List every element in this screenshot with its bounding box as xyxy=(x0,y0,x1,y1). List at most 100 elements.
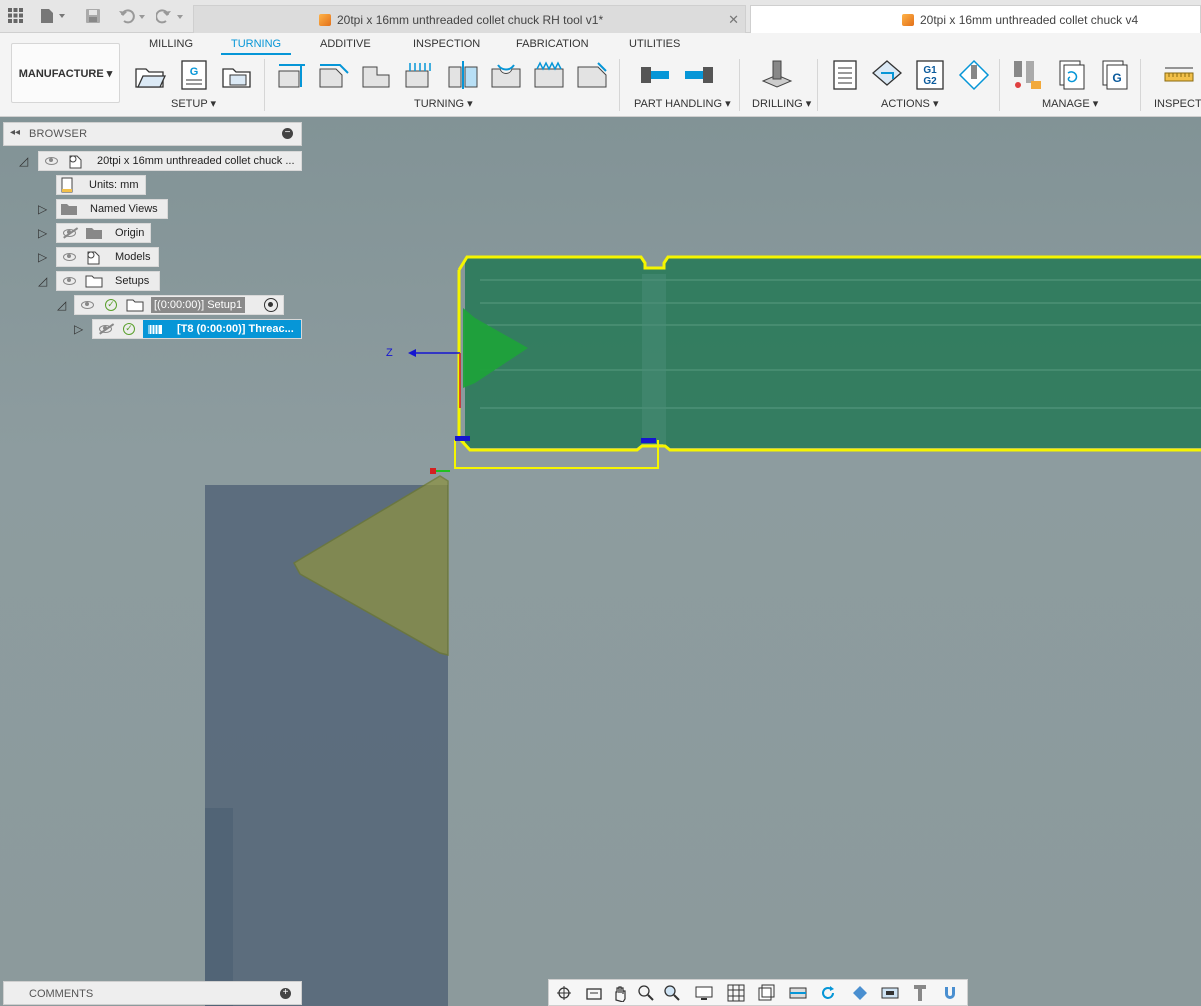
zoom-window-icon[interactable] xyxy=(663,984,681,1002)
undo-icon[interactable] xyxy=(118,8,148,27)
zoom-icon[interactable] xyxy=(637,984,655,1002)
g-code-setup-icon[interactable]: G xyxy=(178,59,210,91)
tree-named-views[interactable]: Named Views xyxy=(56,199,168,219)
tab-milling[interactable]: MILLING xyxy=(149,38,193,50)
close-tab-icon[interactable]: ✕ xyxy=(728,6,739,34)
pan-hand-icon[interactable] xyxy=(611,984,629,1002)
setup-sheet-icon[interactable] xyxy=(221,59,253,91)
orbit-icon[interactable] xyxy=(555,984,573,1002)
units-doc-icon xyxy=(60,177,74,194)
turning-part-icon[interactable] xyxy=(447,59,479,91)
grid-icon[interactable] xyxy=(727,984,745,1002)
expand-setups-icon[interactable]: ◿ xyxy=(38,274,47,288)
tree-operation-thread[interactable]: ✓ [T8 (0:00:00)] Threac... xyxy=(92,319,302,339)
tree-models[interactable]: Models xyxy=(56,247,159,267)
browser-panel-header[interactable]: ◂◂ BROWSER − xyxy=(3,122,302,146)
drill-icon[interactable] xyxy=(761,59,793,91)
setup-group-label[interactable]: SETUP ▾ xyxy=(171,97,216,110)
part-transfer-icon[interactable] xyxy=(639,59,671,91)
simulate-with-machine-icon[interactable] xyxy=(958,59,990,91)
collapse-browser-icon[interactable]: − xyxy=(282,128,293,139)
turning-group-label[interactable]: TURNING ▾ xyxy=(414,97,473,110)
apps-grid-icon[interactable] xyxy=(8,8,23,26)
setup-folder-icon xyxy=(85,273,103,290)
turning-groove-icon[interactable] xyxy=(361,59,393,91)
add-comment-icon[interactable]: + xyxy=(280,988,291,999)
turning-roughing-icon[interactable] xyxy=(404,59,436,91)
expand-setup1-icon[interactable]: ◿ xyxy=(57,298,66,312)
activate-setup-icon[interactable] xyxy=(264,298,278,312)
z-axis-arrow xyxy=(408,349,416,357)
visibility-hidden-icon[interactable] xyxy=(63,229,76,237)
part-handling-group-label[interactable]: PART HANDLING ▾ xyxy=(634,97,731,110)
3d-viewport[interactable]: Z xyxy=(0,118,1201,1006)
expand-named-views-icon[interactable]: ▷ xyxy=(38,202,47,216)
tool-holder-shading xyxy=(205,808,233,1006)
tree-setup1[interactable]: ✓ [(0:00:00)] Setup1 xyxy=(74,295,284,315)
template-library-icon[interactable] xyxy=(1056,59,1088,91)
comments-panel[interactable]: COMMENTS + xyxy=(3,981,302,1005)
expand-root-icon[interactable]: ◿ xyxy=(19,154,28,168)
viewports-icon[interactable] xyxy=(757,984,775,1002)
tab-fabrication[interactable]: FABRICATION xyxy=(516,38,589,50)
section-icon[interactable] xyxy=(789,984,807,1002)
expand-origin-icon[interactable]: ▷ xyxy=(38,226,47,240)
tree-origin[interactable]: Origin xyxy=(56,223,151,243)
manage-group-label[interactable]: MANAGE ▾ xyxy=(1042,97,1098,110)
redo-icon[interactable] xyxy=(155,8,186,27)
file-menu-icon[interactable] xyxy=(40,8,68,27)
collapse-panel-icon[interactable]: ◂◂ xyxy=(10,127,20,138)
visibility-hidden-icon[interactable] xyxy=(99,325,112,333)
post-process-icon[interactable]: G1G2 xyxy=(914,59,946,91)
document-tab-rh-tool[interactable]: 20tpi x 16mm unthreaded collet chuck RH … xyxy=(193,5,746,33)
document-tab-active[interactable]: 20tpi x 16mm unthreaded collet chuck v4 xyxy=(750,5,1201,33)
simulate-icon[interactable] xyxy=(871,59,903,91)
setup-sheet-doc-icon[interactable] xyxy=(829,59,861,91)
refresh-icon[interactable] xyxy=(819,984,837,1002)
tab-inspection[interactable]: INSPECTION xyxy=(413,38,480,50)
component-icon xyxy=(85,248,101,266)
effects-icon[interactable] xyxy=(881,984,899,1002)
marker-blue xyxy=(455,436,470,441)
folder-icon xyxy=(60,202,78,218)
turning-secondary-groove-icon[interactable] xyxy=(490,59,522,91)
visibility-eye-icon[interactable] xyxy=(63,277,76,285)
new-setup-icon[interactable] xyxy=(134,59,166,91)
tree-root-document[interactable]: 20tpi x 16mm unthreaded collet chuck ... xyxy=(38,151,302,171)
tree-setups[interactable]: Setups xyxy=(56,271,160,291)
display-settings-icon[interactable] xyxy=(695,984,713,1002)
save-icon[interactable] xyxy=(85,8,101,27)
visibility-eye-icon[interactable] xyxy=(45,157,58,165)
expand-operation-icon[interactable]: ▷ xyxy=(74,322,83,336)
tab-additive[interactable]: ADDITIVE xyxy=(320,38,371,50)
tool-library-icon[interactable] xyxy=(1011,59,1043,91)
inspect-group-label[interactable]: INSPECT ▾ xyxy=(1154,97,1201,110)
magnet-snap-icon[interactable] xyxy=(941,984,959,1002)
tab-turning[interactable]: TURNING xyxy=(221,38,292,55)
turning-face-icon[interactable] xyxy=(275,59,307,91)
tool-display-icon[interactable] xyxy=(911,984,929,1002)
look-at-icon[interactable] xyxy=(585,984,603,1002)
tree-units[interactable]: Units: mm xyxy=(56,175,146,195)
bar-pull-icon[interactable] xyxy=(683,59,715,91)
turning-thread-icon[interactable] xyxy=(533,59,565,91)
origin-marker-red xyxy=(430,468,436,474)
visibility-eye-icon[interactable] xyxy=(63,253,76,261)
named-views-label: Named Views xyxy=(90,203,158,215)
expand-models-icon[interactable]: ▷ xyxy=(38,250,47,264)
post-library-icon[interactable]: G xyxy=(1099,59,1131,91)
workspace-switcher-button[interactable]: MANUFACTURE ▾ xyxy=(11,43,120,103)
operation-selected-row[interactable]: [T8 (0:00:00)] Threac... xyxy=(143,320,301,338)
turning-chamfer-icon[interactable] xyxy=(576,59,608,91)
actions-group-label[interactable]: ACTIONS ▾ xyxy=(881,97,938,110)
measure-icon[interactable] xyxy=(1163,59,1195,91)
drilling-group-label[interactable]: DRILLING ▾ xyxy=(752,97,811,110)
ribbon-divider xyxy=(619,59,620,111)
ribbon-divider xyxy=(739,59,740,111)
operation-label: [T8 (0:00:00)] Threac... xyxy=(177,323,294,335)
environment-icon[interactable] xyxy=(851,984,869,1002)
turning-profile-icon[interactable] xyxy=(318,59,350,91)
tab-utilities[interactable]: UTILITIES xyxy=(629,38,680,50)
top-bar: 20tpi x 16mm unthreaded collet chuck RH … xyxy=(0,0,1201,33)
visibility-eye-icon[interactable] xyxy=(81,301,94,309)
